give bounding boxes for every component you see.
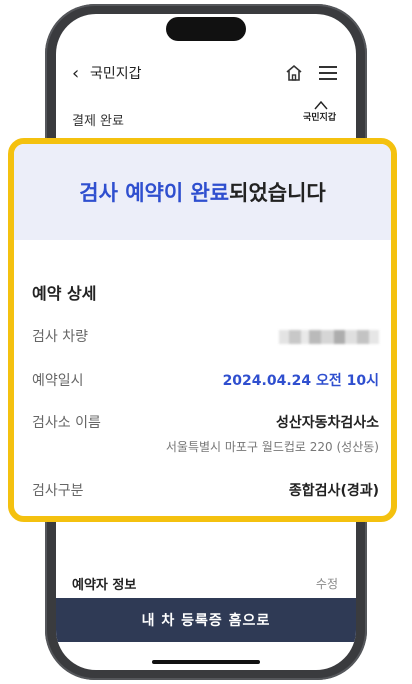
section-title: 예약 상세 (32, 284, 97, 303)
logo-roof-icon (314, 100, 328, 110)
home-icon[interactable] (285, 64, 303, 82)
headline-highlight: 검사 예약이 완료 (79, 181, 230, 205)
hamburger-icon[interactable] (319, 66, 337, 80)
row-center: 검사소 이름 성산자동차검사소 서울특별시 마포구 월드컵로 220 (성산동) (32, 412, 379, 454)
booker-info-label: 예약자 정보 (72, 578, 137, 593)
blurred-plate (279, 330, 379, 344)
row-value: 성산자동차검사소 (275, 415, 379, 431)
row-label: 검사구분 (32, 483, 84, 499)
row-type: 검사구분 종합검사(경과) (32, 480, 379, 500)
booker-info-row: 예약자 정보 수정 (56, 562, 356, 602)
card-headline: 검사 예약이 완료 되었습니다 (14, 144, 391, 240)
chevron-left-icon[interactable]: ‹ (72, 64, 79, 84)
reservation-card: 검사 예약이 완료 되었습니다 예약 상세 검사 차량 예약일시 2024.04.… (8, 138, 397, 522)
row-value: 종합검사(경과) (288, 483, 379, 499)
headline-rest: 되었습니다 (229, 181, 326, 205)
home-indicator (152, 660, 260, 664)
go-home-button[interactable]: 내 차 등록증 홈으로 (56, 598, 356, 642)
row-datetime: 예약일시 2024.04.24 오전 10시 (32, 370, 379, 390)
payment-status-label: 결제 완료 (72, 114, 124, 129)
row-label: 검사소 이름 (32, 415, 101, 431)
row-value: 2024.04.24 오전 10시 (222, 373, 379, 389)
row-vehicle: 검사 차량 (32, 326, 379, 346)
top-nav: ‹ 국민지갑 (56, 58, 356, 90)
phone-notch (166, 17, 246, 41)
row-label: 검사 차량 (32, 329, 88, 345)
page-title: 국민지갑 (90, 66, 142, 82)
status-bar: 결제 완료 국민지갑 (56, 100, 356, 134)
brand-logo: 국민지갑 (303, 113, 337, 123)
edit-link[interactable]: 수정 (316, 575, 338, 592)
row-label: 예약일시 (32, 373, 84, 389)
center-address: 서울특별시 마포구 월드컵로 220 (성산동) (165, 440, 379, 454)
